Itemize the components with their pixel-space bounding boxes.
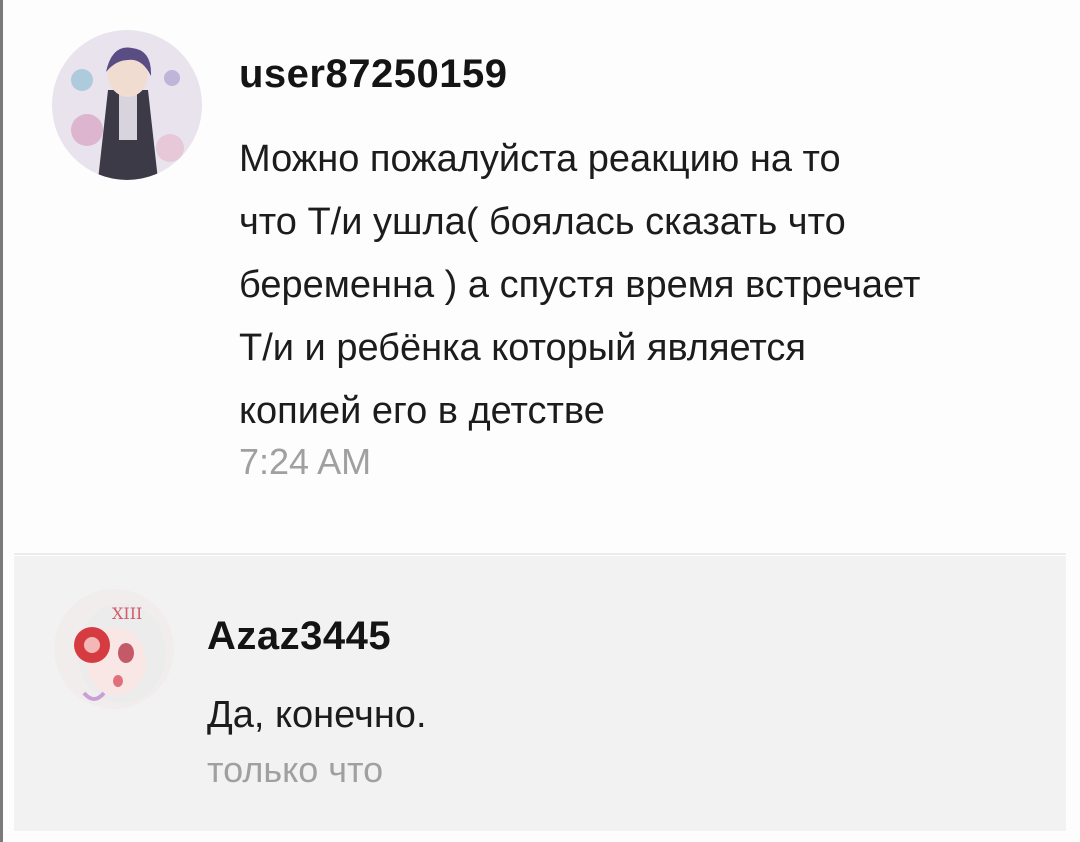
comment-message: Да, конечно. bbox=[207, 694, 427, 736]
comment-message-line: что Т/и ушла( боялась сказать что bbox=[239, 201, 846, 243]
anime-boy-avatar-icon bbox=[52, 30, 202, 180]
avatar[interactable]: XIII bbox=[54, 589, 174, 709]
avatar[interactable] bbox=[52, 30, 202, 180]
comment-username[interactable]: user87250159 bbox=[239, 50, 507, 98]
comment-timestamp: 7:24 AM bbox=[239, 441, 372, 482]
anime-girl-avatar-icon: XIII bbox=[54, 589, 174, 709]
svg-text:XIII: XIII bbox=[112, 604, 142, 623]
comment-divider bbox=[14, 553, 1066, 555]
comment-message-line: копией его в детстве bbox=[239, 390, 605, 432]
comment-item-highlighted[interactable]: XIII Azaz3445 Да, конечно. только что bbox=[14, 556, 1066, 831]
comment-message: Можно пожалуйста реакцию на то что Т/и у… bbox=[239, 128, 920, 443]
comment-message-line: беременна ) а спустя время встречает bbox=[239, 264, 921, 306]
comment-message-line: Т/и и ребёнка который является bbox=[239, 327, 806, 369]
comment-username[interactable]: Azaz3445 bbox=[207, 612, 391, 660]
comment-message-line: Можно пожалуйста реакцию на то bbox=[239, 138, 841, 180]
comment-item[interactable]: user87250159 Можно пожалуйста реакцию на… bbox=[3, 0, 1080, 553]
comment-timestamp: только что bbox=[207, 749, 384, 790]
